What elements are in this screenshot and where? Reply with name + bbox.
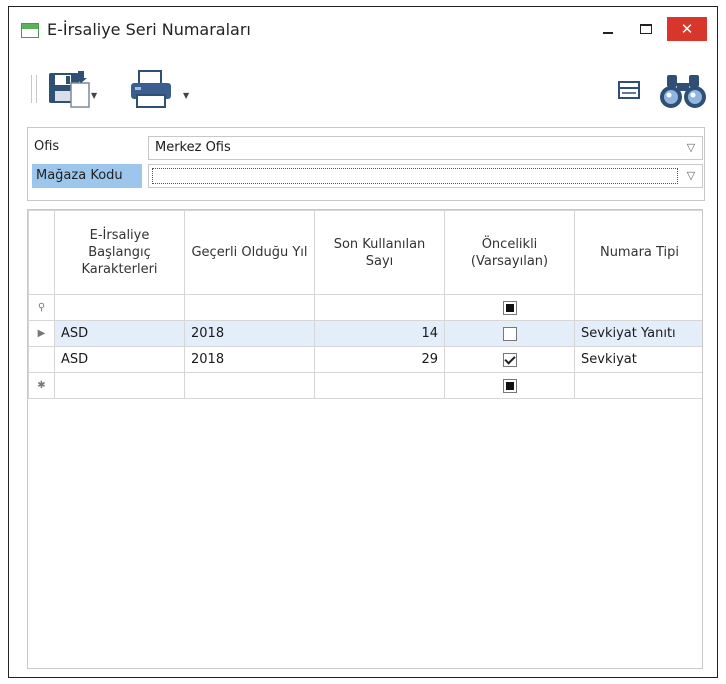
binoculars-icon bbox=[660, 75, 706, 108]
form-icon bbox=[21, 23, 39, 38]
filter-cell-prefix[interactable] bbox=[54, 294, 185, 321]
filter-cell-number-type[interactable] bbox=[574, 294, 702, 321]
save-icon bbox=[49, 71, 90, 108]
layout-icon bbox=[618, 81, 640, 99]
cell-default[interactable] bbox=[444, 346, 575, 373]
cell-number-type[interactable]: Sevkiyat Yanıtı bbox=[574, 320, 702, 347]
new-default-checkbox[interactable] bbox=[502, 378, 517, 393]
row-indicator bbox=[28, 346, 55, 373]
default-checkbox[interactable] bbox=[502, 326, 517, 341]
store-code-combobox[interactable]: ▽ bbox=[148, 164, 703, 188]
store-code-row: Mağaza Kodu ▽ bbox=[28, 164, 704, 188]
cell-prefix[interactable]: ASD bbox=[54, 320, 185, 347]
new-cell-number-type[interactable] bbox=[574, 372, 702, 399]
toolbar: ▼ ▼ bbox=[9, 63, 717, 115]
new-item-row[interactable]: ✱ bbox=[28, 372, 702, 399]
serial-numbers-grid: E-İrsaliye Başlangıç Karakterleri Geçerl… bbox=[27, 209, 703, 669]
print-button[interactable]: ▼ bbox=[127, 67, 189, 111]
filter-icon: ⚲ bbox=[28, 294, 55, 321]
cell-year[interactable]: 2018 bbox=[184, 320, 315, 347]
title-bar: E-İrsaliye Seri Numaraları ✕ bbox=[9, 7, 717, 53]
office-value: Merkez Ofis bbox=[155, 140, 231, 155]
minimize-button[interactable] bbox=[591, 17, 625, 41]
save-button[interactable]: ▼ bbox=[45, 67, 97, 111]
cell-prefix[interactable]: ASD bbox=[54, 346, 185, 373]
window-title: E-İrsaliye Seri Numaraları bbox=[47, 20, 251, 39]
current-row-icon: ▶ bbox=[28, 320, 55, 347]
cell-number-type[interactable]: Sevkiyat bbox=[574, 346, 702, 373]
row-indicator-header bbox=[28, 210, 55, 295]
maximize-button[interactable] bbox=[629, 17, 663, 41]
chevron-down-icon[interactable]: ▽ bbox=[680, 137, 702, 159]
toolbar-grip[interactable] bbox=[31, 75, 37, 103]
office-row: Ofis Merkez Ofis ▽ bbox=[28, 136, 704, 160]
column-header-year[interactable]: Geçerli Olduğu Yıl bbox=[184, 210, 315, 295]
save-dropdown-icon[interactable]: ▼ bbox=[91, 91, 97, 100]
column-header-prefix[interactable]: E-İrsaliye Başlangıç Karakterleri bbox=[54, 210, 185, 295]
cell-default[interactable] bbox=[444, 320, 575, 347]
new-cell-year[interactable] bbox=[184, 372, 315, 399]
new-cell-last-number[interactable] bbox=[314, 372, 445, 399]
new-cell-prefix[interactable] bbox=[54, 372, 185, 399]
maximize-icon bbox=[640, 23, 652, 34]
filter-panel: Ofis Merkez Ofis ▽ Mağaza Kodu ▽ bbox=[27, 127, 705, 201]
filter-cell-default[interactable] bbox=[444, 294, 575, 321]
auto-filter-row: ⚲ bbox=[28, 294, 702, 321]
new-row-icon: ✱ bbox=[28, 372, 55, 399]
cell-last-number[interactable]: 29 bbox=[314, 346, 445, 373]
minimize-icon bbox=[603, 31, 613, 34]
printer-icon bbox=[131, 70, 171, 108]
filter-cell-last-number[interactable] bbox=[314, 294, 445, 321]
column-header-default[interactable]: Öncelikli (Varsayılan) bbox=[444, 210, 575, 295]
office-label: Ofis bbox=[34, 139, 60, 154]
office-combobox[interactable]: Merkez Ofis ▽ bbox=[148, 136, 703, 160]
default-checkbox[interactable] bbox=[502, 352, 517, 367]
table-row[interactable]: ASD 2018 29 Sevkiyat bbox=[28, 346, 702, 373]
filter-default-checkbox[interactable] bbox=[502, 300, 517, 315]
column-header-last-number[interactable]: Son Kullanılan Sayı bbox=[314, 210, 445, 295]
store-code-value bbox=[152, 168, 678, 184]
table-row[interactable]: ▶ ASD 2018 14 Sevkiyat Yanıtı bbox=[28, 320, 702, 347]
print-dropdown-icon[interactable]: ▼ bbox=[183, 91, 189, 100]
layout-button[interactable] bbox=[617, 79, 641, 101]
filter-cell-year[interactable] bbox=[184, 294, 315, 321]
cell-last-number[interactable]: 14 bbox=[314, 320, 445, 347]
cell-year[interactable]: 2018 bbox=[184, 346, 315, 373]
window: E-İrsaliye Seri Numaraları ✕ ▼ ▼ Ofis Me… bbox=[8, 6, 718, 678]
column-header-number-type[interactable]: Numara Tipi bbox=[574, 210, 702, 295]
store-code-label: Mağaza Kodu bbox=[32, 164, 142, 188]
find-button[interactable] bbox=[657, 71, 709, 111]
new-cell-default[interactable] bbox=[444, 372, 575, 399]
chevron-down-icon[interactable]: ▽ bbox=[680, 165, 702, 187]
close-button[interactable]: ✕ bbox=[667, 17, 707, 41]
